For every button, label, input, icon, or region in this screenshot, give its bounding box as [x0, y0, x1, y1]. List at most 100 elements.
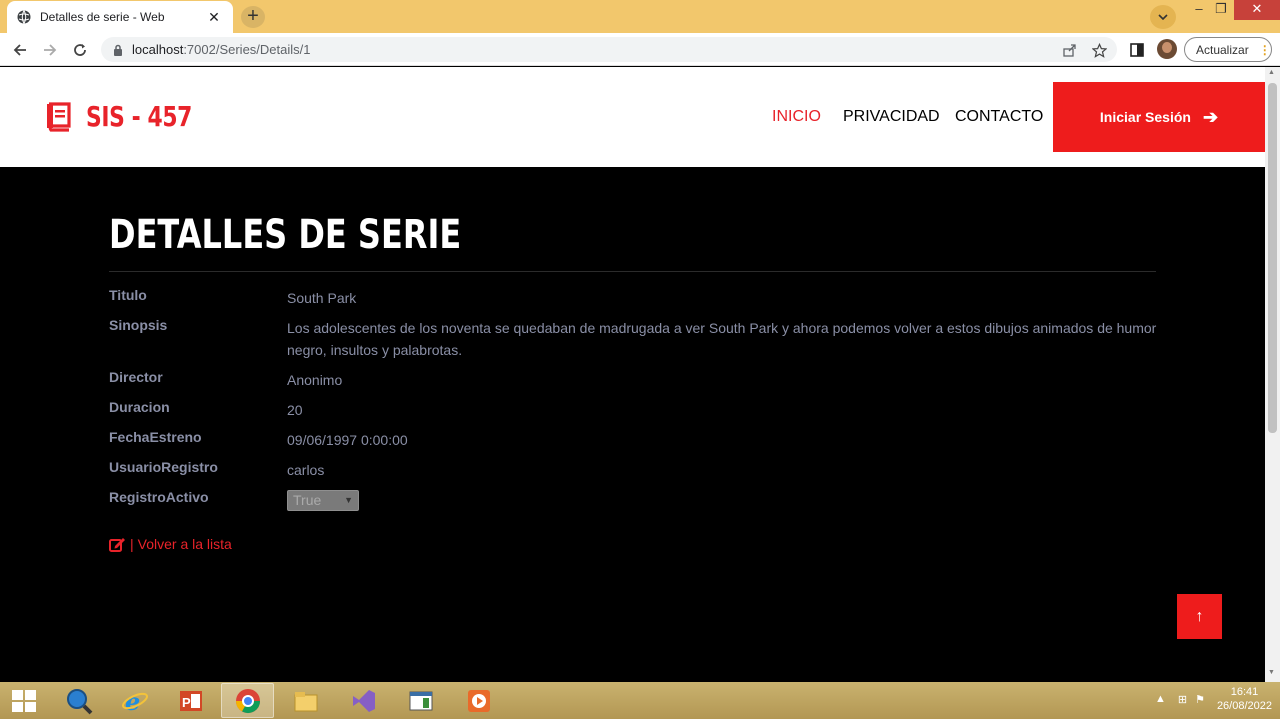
field-value: Los adolescentes de los noventa se queda…	[287, 320, 1157, 358]
select-value: True	[293, 492, 322, 508]
taskbar-media-app[interactable]	[452, 683, 505, 718]
chevron-down-icon: ▼	[344, 495, 353, 505]
restore-window-button[interactable]: ❐	[1208, 0, 1234, 20]
url-text: localhost:7002/Series/Details/1	[132, 42, 311, 57]
registro-activo-select: True ▼	[287, 489, 359, 511]
field-row: Duracion 20	[109, 399, 1157, 421]
forward-button[interactable]	[40, 40, 60, 60]
field-row: Sinopsis Los adolescentes de los noventa…	[109, 317, 1157, 361]
chrome-icon	[235, 688, 260, 713]
field-row: FechaEstreno 09/06/1997 0:00:00	[109, 429, 1157, 451]
new-tab-button[interactable]: +	[241, 6, 265, 28]
field-row: RegistroActivo True ▼	[109, 489, 1157, 511]
globe-icon	[17, 10, 31, 24]
bookmark-button[interactable]	[1089, 40, 1109, 60]
book-icon	[47, 101, 71, 132]
scroll-up-icon[interactable]: ▲	[1268, 69, 1275, 76]
separator: |	[130, 536, 134, 552]
browser-toolbar: localhost:7002/Series/Details/1 Actualiz…	[0, 33, 1280, 66]
field-value: 09/06/1997 0:00:00	[287, 432, 408, 448]
windows-logo-icon	[12, 689, 36, 712]
menu-dots-icon: ⋮	[1258, 42, 1271, 57]
browser-tabstrip: Detalles de serie - Web ✕ + – ❐ ✕	[0, 0, 1280, 33]
brand[interactable]: SIS - 457	[45, 100, 222, 133]
browser-tab[interactable]: Detalles de serie - Web ✕	[7, 1, 233, 33]
actions-row: | Volver a la lista	[109, 536, 232, 552]
page-scrollbar[interactable]: ▲ ▼	[1265, 67, 1280, 682]
chevron-down-icon	[1158, 14, 1168, 20]
update-button[interactable]: Actualizar ⋮	[1184, 37, 1272, 62]
visual-studio-icon	[352, 689, 375, 712]
field-label: FechaEstreno	[109, 429, 202, 445]
tab-title: Detalles de serie - Web	[40, 10, 165, 24]
page-viewport: SIS - 457 INICIO PRIVACIDAD CONTACTO Ini…	[0, 67, 1265, 682]
page-title: DETALLES DE SERIE	[109, 212, 462, 258]
arrow-left-icon	[13, 44, 26, 56]
field-value: 20	[287, 402, 303, 418]
svg-text:P: P	[182, 695, 191, 710]
field-label: UsuarioRegistro	[109, 459, 218, 475]
address-bar[interactable]: localhost:7002/Series/Details/1	[101, 37, 1117, 62]
taskbar-search-app[interactable]	[52, 683, 105, 718]
taskbar-visual-studio-app[interactable]	[336, 683, 389, 718]
star-icon	[1091, 42, 1107, 58]
field-row: UsuarioRegistro carlos	[109, 459, 1157, 481]
window-app-icon	[409, 691, 432, 710]
profile-avatar[interactable]	[1157, 39, 1177, 59]
close-tab-icon[interactable]: ✕	[205, 9, 223, 26]
network-icon[interactable]: ⊞	[1178, 693, 1187, 706]
back-button[interactable]	[10, 40, 30, 60]
clock-date: 26/08/2022	[1216, 700, 1272, 712]
taskbar-window-app[interactable]	[394, 683, 447, 718]
nav-privacidad[interactable]: PRIVACIDAD	[843, 108, 940, 126]
login-button[interactable]: Iniciar Sesión ➔	[1053, 82, 1265, 152]
taskbar-explorer-app[interactable]	[279, 683, 332, 718]
taskbar: e P ▲ ⊞ ⚑ 16:41 26/08/2022	[0, 682, 1280, 719]
taskbar-chrome-app[interactable]	[221, 683, 274, 718]
tray-expand-icon[interactable]: ▲	[1155, 693, 1166, 705]
field-label: Sinopsis	[109, 317, 168, 333]
taskbar-powerpoint-app[interactable]: P	[164, 683, 217, 718]
reload-button[interactable]	[70, 40, 90, 60]
tab-search-button[interactable]	[1150, 5, 1176, 29]
field-label: Titulo	[109, 287, 147, 303]
share-button[interactable]	[1060, 40, 1080, 60]
arrow-right-icon: ➔	[1202, 106, 1219, 127]
field-row: Director Anonimo	[109, 369, 1157, 391]
url-host: localhost	[132, 42, 184, 57]
site-header: SIS - 457 INICIO PRIVACIDAD CONTACTO Ini…	[0, 67, 1265, 167]
system-tray: ▲ ⊞ ⚑ 16:41 26/08/2022	[1155, 685, 1272, 713]
taskbar-ie-app[interactable]: e	[108, 683, 161, 718]
powerpoint-icon: P	[179, 690, 202, 711]
scroll-down-icon[interactable]: ▼	[1268, 669, 1275, 676]
side-panel-icon	[1130, 43, 1144, 57]
share-icon	[1063, 44, 1076, 57]
arrow-up-icon: ↑	[1195, 607, 1204, 625]
magnifier-globe-icon	[66, 688, 92, 714]
scroll-to-top-button[interactable]: ↑	[1177, 594, 1222, 639]
field-row: Titulo South Park	[109, 287, 1157, 309]
side-panel-button[interactable]	[1127, 40, 1147, 60]
start-button[interactable]	[0, 682, 48, 719]
field-value-select: True ▼	[287, 489, 1157, 511]
clock[interactable]: 16:41 26/08/2022	[1217, 685, 1272, 713]
back-to-list-link[interactable]: Volver a la lista	[138, 536, 232, 552]
title-divider	[109, 271, 1156, 272]
nav-inicio[interactable]: INICIO	[772, 108, 821, 126]
login-label: Iniciar Sesión	[1099, 109, 1191, 125]
nav-contacto[interactable]: CONTACTO	[955, 108, 1043, 126]
scrollbar-thumb[interactable]	[1268, 83, 1277, 433]
folder-icon	[294, 691, 317, 711]
update-label: Actualizar	[1196, 42, 1249, 57]
field-value: carlos	[287, 462, 325, 478]
close-window-button[interactable]: ✕	[1234, 0, 1280, 20]
brand-name: SIS - 457	[86, 100, 192, 133]
arrow-right-icon	[44, 44, 57, 56]
field-value: Anonimo	[287, 372, 343, 388]
flag-icon[interactable]: ⚑	[1195, 693, 1205, 706]
lock-icon	[114, 44, 122, 56]
field-label: Director	[109, 369, 163, 385]
clock-time: 16:41	[1230, 686, 1259, 698]
edit-icon[interactable]	[109, 537, 126, 552]
field-value: South Park	[287, 290, 357, 306]
